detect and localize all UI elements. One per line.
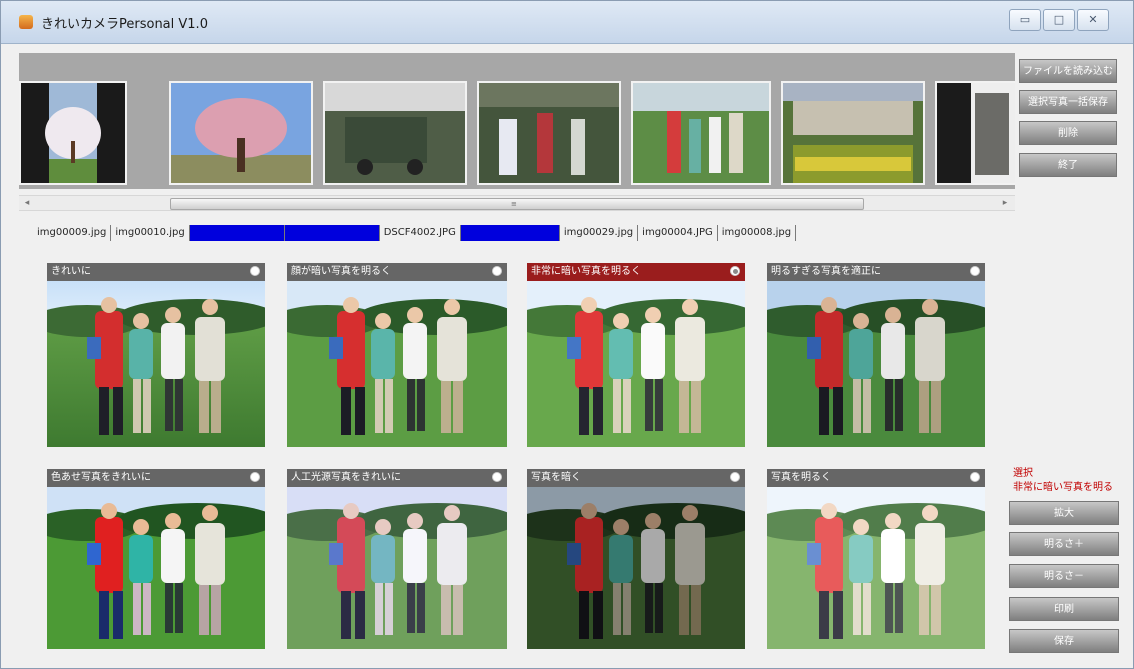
- window-title: きれいカメラPersonal V1.0: [41, 17, 208, 32]
- tab-img00010[interactable]: img00010.jpg: [111, 225, 190, 241]
- load-files-button[interactable]: ファイルを読み込む: [1019, 59, 1117, 83]
- select-radio[interactable]: [492, 472, 502, 482]
- save-button[interactable]: 保存: [1009, 629, 1119, 653]
- photo-image: [527, 487, 745, 649]
- tab-img00008[interactable]: img00008.jpg: [718, 225, 797, 241]
- app-icon: [19, 15, 33, 29]
- preview-photo[interactable]: [527, 281, 745, 447]
- preview-photo[interactable]: [287, 487, 507, 649]
- title-bar: きれいカメラPersonal V1.0 ▭ □ ✕: [1, 1, 1133, 44]
- cell-header[interactable]: 写真を暗く: [527, 469, 745, 487]
- tab-img00009[interactable]: img00009.jpg: [33, 225, 112, 241]
- print-button[interactable]: 印刷: [1009, 597, 1119, 621]
- window-bottom-edge: [1, 662, 1133, 668]
- app-window: きれいカメラPersonal V1.0 ▭ □ ✕ ◂ ≡ ▸ ファイルを読み込…: [0, 0, 1134, 669]
- brightness-down-button[interactable]: 明るさ－: [1009, 564, 1119, 588]
- tab-highlighted[interactable]: [284, 225, 380, 241]
- thumbnail-image: [633, 83, 769, 183]
- delete-button[interactable]: 削除: [1019, 121, 1117, 145]
- thumbnail-pink-tree[interactable]: [169, 81, 313, 185]
- thumbnail-palace-garden[interactable]: [781, 81, 925, 185]
- cell-title: 写真を暗く: [531, 472, 581, 483]
- cell-title: 人工光源写真をきれいに: [291, 472, 401, 483]
- photo-image: [47, 281, 265, 447]
- photo-image: [767, 487, 985, 649]
- thumbnail-image: [21, 83, 125, 183]
- window-controls: ▭ □ ✕: [1009, 9, 1109, 31]
- thumbnail-strip: [19, 77, 1015, 189]
- file-tabs: img00009.jpg img00010.jpg DSCF4002.JPG i…: [33, 224, 797, 242]
- brightness-up-button[interactable]: 明るさ＋: [1009, 532, 1119, 556]
- close-button[interactable]: ✕: [1077, 9, 1109, 31]
- thumbnail-image: [937, 83, 1015, 183]
- thumbnail-four-golfers[interactable]: [631, 81, 771, 185]
- preview-panel: きれいに 顔が暗い写真を明るく 非常に暗い写真を明るく 明るすぎる写真を適正に …: [27, 245, 1127, 659]
- preview-photo[interactable]: [527, 487, 745, 649]
- cell-title: 色あせ写真をきれいに: [51, 472, 151, 483]
- select-radio[interactable]: [250, 472, 260, 482]
- photo-image: [527, 281, 745, 447]
- maximize-button[interactable]: □: [1043, 9, 1075, 31]
- selection-name: 非常に暗い写真を明る: [1013, 482, 1113, 493]
- photo-image: [767, 281, 985, 447]
- select-radio[interactable]: [970, 266, 980, 276]
- tab-img00004[interactable]: img00004.JPG: [638, 225, 718, 241]
- select-radio[interactable]: [250, 266, 260, 276]
- cell-title: 明るすぎる写真を適正に: [771, 266, 881, 277]
- cell-header[interactable]: 明るすぎる写真を適正に: [767, 263, 985, 281]
- select-radio[interactable]: [970, 472, 980, 482]
- photo-image: [287, 487, 507, 649]
- cell-header[interactable]: きれいに: [47, 263, 265, 281]
- exit-button[interactable]: 終了: [1019, 153, 1117, 177]
- cell-title: きれいに: [51, 266, 91, 277]
- thumbnail-church[interactable]: [935, 81, 1015, 185]
- enlarge-button[interactable]: 拡大: [1009, 501, 1119, 525]
- batch-save-button[interactable]: 選択写真一括保存: [1019, 90, 1117, 114]
- photo-image: [47, 487, 265, 649]
- scroll-right-arrow[interactable]: ▸: [999, 197, 1011, 209]
- select-radio-checked[interactable]: [730, 266, 740, 276]
- cell-header[interactable]: 顔が暗い写真を明るく: [287, 263, 507, 281]
- thumbnail-image: [325, 83, 465, 183]
- tab-img00029[interactable]: img00029.jpg: [560, 225, 639, 241]
- preview-photo[interactable]: [287, 281, 507, 447]
- thumbnail-golf-cart[interactable]: [323, 81, 467, 185]
- scroll-grip-icon: ≡: [511, 200, 517, 208]
- tab-highlighted[interactable]: [189, 225, 285, 241]
- photo-image: [287, 281, 507, 447]
- preview-photo[interactable]: [47, 487, 265, 649]
- preview-photo[interactable]: [47, 281, 265, 447]
- thumbnail-strip-header: [19, 53, 1015, 77]
- cell-header[interactable]: 写真を明るく: [767, 469, 985, 487]
- thumbnail-cherry-blossom[interactable]: [19, 81, 127, 185]
- preview-photo[interactable]: [767, 487, 985, 649]
- minimize-button[interactable]: ▭: [1009, 9, 1041, 31]
- cell-header-selected[interactable]: 非常に暗い写真を明るく: [527, 263, 745, 281]
- thumbnail-image: [479, 83, 619, 183]
- thumbnail-image: [783, 83, 923, 183]
- select-radio[interactable]: [492, 266, 502, 276]
- scroll-thumb[interactable]: ≡: [170, 198, 864, 210]
- strip-scrollbar[interactable]: ◂ ≡ ▸: [19, 195, 1015, 211]
- selection-heading: 選択: [1013, 468, 1033, 479]
- scroll-left-arrow[interactable]: ◂: [21, 197, 33, 209]
- tab-dscf4002[interactable]: DSCF4002.JPG: [380, 225, 461, 241]
- cell-title: 写真を明るく: [771, 472, 831, 483]
- cell-header[interactable]: 色あせ写真をきれいに: [47, 469, 265, 487]
- cell-title: 顔が暗い写真を明るく: [291, 266, 391, 277]
- selection-info: 選択 非常に暗い写真を明る: [1013, 467, 1113, 495]
- tab-highlighted[interactable]: [460, 225, 560, 241]
- thumbnail-golfers[interactable]: [477, 81, 621, 185]
- select-radio[interactable]: [730, 472, 740, 482]
- preview-photo[interactable]: [767, 281, 985, 447]
- thumbnail-image: [171, 83, 311, 183]
- cell-title: 非常に暗い写真を明るく: [531, 266, 641, 277]
- cell-header[interactable]: 人工光源写真をきれいに: [287, 469, 507, 487]
